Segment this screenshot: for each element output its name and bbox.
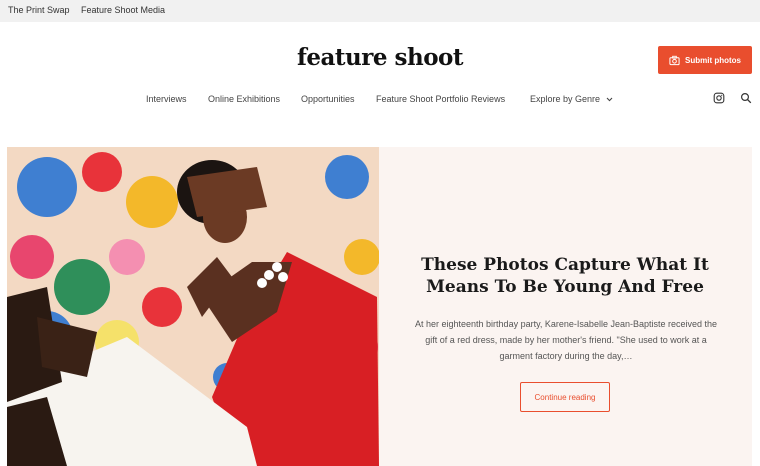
feature-article-panel: These Photos Capture What It Means To Be… bbox=[379, 147, 752, 466]
nav-item-portfolio-reviews[interactable]: Feature Shoot Portfolio Reviews bbox=[376, 94, 505, 104]
main-navigation: Interviews Online Exhibitions Opportunit… bbox=[0, 94, 760, 106]
feature-excerpt: At her eighteenth birthday party, Karene… bbox=[415, 319, 718, 361]
submit-photos-button[interactable]: Submit photos bbox=[658, 46, 752, 74]
topbar-link-feature-shoot-media[interactable]: Feature Shoot Media bbox=[81, 5, 165, 15]
feature-photo[interactable] bbox=[7, 147, 379, 466]
chevron-down-icon bbox=[606, 97, 612, 102]
submit-photos-label: Submit photos bbox=[685, 55, 741, 65]
search-icon[interactable] bbox=[740, 92, 752, 104]
nav-item-explore-by-genre[interactable]: Explore by Genre bbox=[530, 94, 613, 104]
camera-icon bbox=[669, 55, 680, 65]
instagram-icon[interactable] bbox=[713, 92, 725, 104]
nav-item-interviews[interactable]: Interviews bbox=[146, 94, 187, 104]
feature-headline[interactable]: These Photos Capture What It Means To Be… bbox=[411, 254, 719, 298]
topbar-link-print-swap[interactable]: The Print Swap bbox=[8, 5, 70, 15]
nav-item-explore-label: Explore by Genre bbox=[530, 94, 601, 104]
site-logo[interactable]: feature shoot bbox=[0, 44, 760, 71]
nav-item-opportunities[interactable]: Opportunities bbox=[301, 94, 355, 104]
continue-reading-button[interactable]: Continue reading bbox=[520, 382, 610, 412]
nav-item-online-exhibitions[interactable]: Online Exhibitions bbox=[208, 94, 280, 104]
top-utility-bar: The Print Swap Feature Shoot Media bbox=[0, 0, 760, 22]
